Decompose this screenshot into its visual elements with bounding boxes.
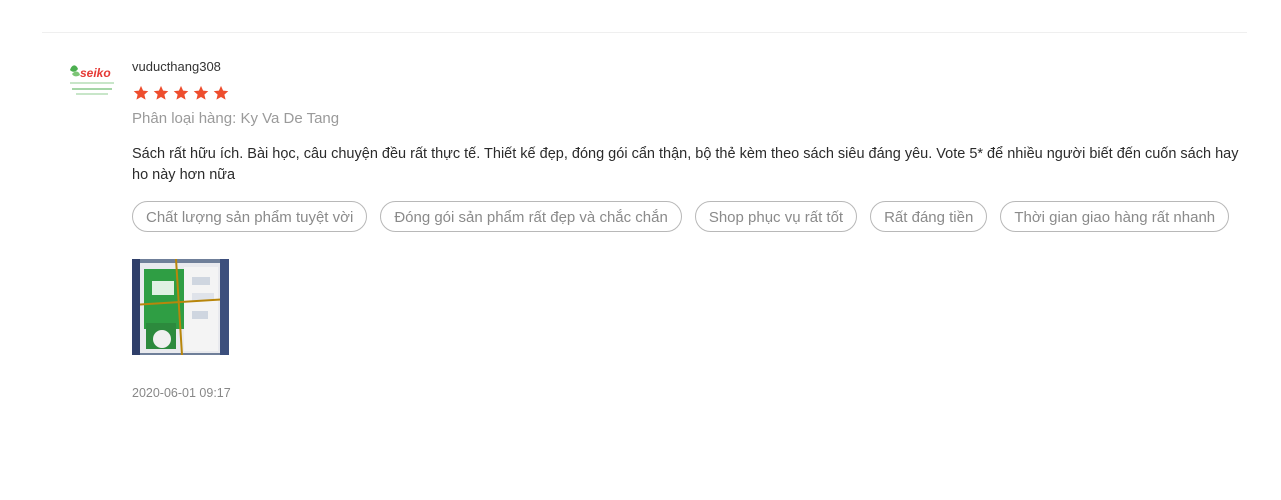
- review-photo[interactable]: [132, 259, 229, 355]
- rating-stars: [132, 84, 1252, 102]
- review-tag: Chất lượng sản phẩm tuyệt vời: [132, 201, 368, 232]
- review-page: seiko vuducthang308 Phân loại hàng: Ky V…: [0, 0, 1281, 500]
- variation-value: Ky Va De Tang: [240, 110, 340, 127]
- variation-label: Phân loại hàng:: [132, 110, 237, 127]
- review-tag: Shop phục vụ rất tốt: [694, 201, 858, 232]
- avatar[interactable]: seiko: [66, 60, 118, 104]
- review-tag: Thời gian giao hàng rất nhanh: [1000, 201, 1230, 232]
- review-timestamp: 2020-06-01 09:17: [132, 386, 231, 400]
- book-photo-image: [132, 259, 229, 355]
- variation-info: Phân loại hàng: Ky Va De Tang: [132, 109, 1252, 129]
- star-icon: [213, 85, 229, 100]
- star-icon: [133, 85, 149, 100]
- review-tags: Chất lượng sản phẩm tuyệt vời Đóng gói s…: [132, 201, 1242, 232]
- logo-text: seiko: [80, 66, 111, 80]
- review-comment: Sách rất hữu ích. Bài học, câu chuyện đề…: [132, 146, 1239, 183]
- username[interactable]: vuducthang308: [132, 58, 1252, 76]
- seiko-logo-icon: seiko: [66, 60, 118, 104]
- star-icon: [193, 85, 209, 100]
- review-tag: Đóng gói sản phẩm rất đẹp và chắc chắn: [380, 201, 682, 232]
- star-icon: [173, 85, 189, 100]
- star-icon: [153, 85, 169, 100]
- review-tag: Rất đáng tiền: [870, 201, 988, 232]
- divider: [42, 32, 1247, 33]
- review-item: vuducthang308 Phân loại hàng: Ky Va De T…: [132, 58, 1252, 401]
